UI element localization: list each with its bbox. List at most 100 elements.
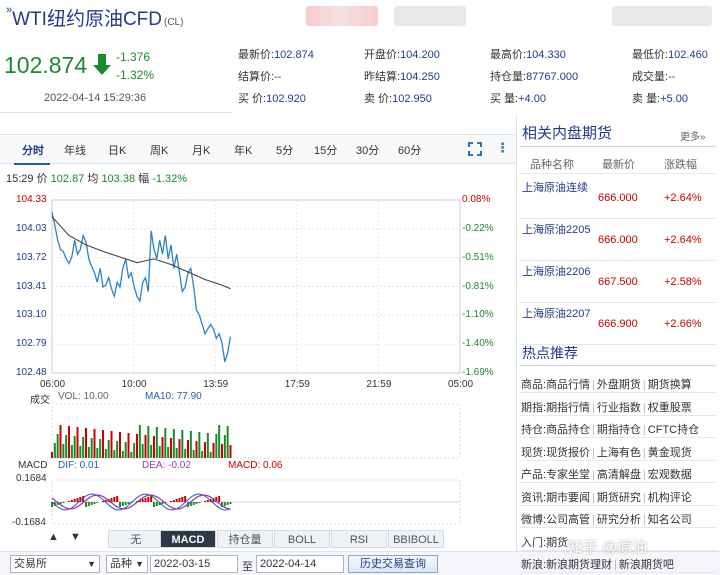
hot-link[interactable]: 专家坐堂 [546, 469, 590, 481]
hot-link[interactable]: 商品持仓 [546, 424, 590, 436]
tab-60分[interactable]: 60分 [398, 142, 421, 158]
hot-row: 持仓:商品持仓 | 期指持仓 | CFTC持仓 [521, 421, 699, 437]
macd-legend: MACD: 0.06 [228, 460, 283, 471]
macd-title: MACD [18, 460, 48, 471]
tab-30分[interactable]: 30分 [356, 142, 379, 158]
hot-link[interactable]: 期货换算 [648, 379, 692, 391]
ma10-legend: MA10: 77.90 [145, 391, 202, 402]
tab-15分[interactable]: 15分 [314, 142, 337, 158]
indicator-rsi[interactable]: RSI [331, 530, 387, 548]
hot-link[interactable]: 期货 [546, 537, 568, 549]
hot-link[interactable]: 宏观数据 [648, 469, 692, 481]
hot-link[interactable]: 期指行情 [546, 402, 590, 414]
y-pct-label: -0.22% [462, 222, 494, 234]
quote-value: -- [274, 71, 282, 83]
history-query-button[interactable]: 历史交易查询 [348, 555, 438, 573]
related-name[interactable]: 上海原油2207 [522, 306, 592, 322]
hot-link[interactable]: 外盘期货 [597, 379, 641, 391]
intraday-chart[interactable] [0, 186, 515, 531]
separator: | [642, 401, 646, 414]
quote-item: 持仓量:87767.000 [490, 68, 578, 84]
chart-info-line: 15:29 价 102.87 均 103.38 幅 -1.32% [6, 173, 188, 185]
hot-link[interactable]: 研究分析 [597, 514, 641, 526]
hot-link[interactable]: 公司高管 [546, 514, 590, 526]
divider [520, 572, 716, 573]
related-name[interactable]: 上海原油2205 [522, 222, 592, 238]
exchange-select[interactable]: 交易所 ▼ [10, 555, 100, 573]
tab-年K[interactable]: 年K [234, 142, 252, 158]
related-change: +2.66% [664, 318, 702, 330]
hot-link[interactable]: 高清解盘 [597, 469, 641, 481]
quote-datetime: 2022-04-14 15:29:36 [44, 92, 147, 104]
tab-年线[interactable]: 年线 [64, 142, 86, 158]
related-name[interactable]: 上海原油连续 [522, 180, 592, 196]
divider [520, 218, 716, 219]
quote-item: 结算价:-- [238, 68, 281, 84]
arrow-up-button[interactable]: ▲ [48, 531, 59, 543]
tab-5分[interactable]: 5分 [276, 142, 293, 158]
quote-label: 最新价: [238, 49, 275, 61]
hot-link[interactable]: 权重股票 [648, 402, 692, 414]
hot-link[interactable]: 期指持仓 [597, 424, 641, 436]
separator: | [642, 514, 646, 526]
more-link[interactable]: 更多» [680, 128, 706, 143]
divider [520, 302, 716, 303]
tab-周K[interactable]: 周K [150, 142, 168, 158]
x-tick-label: 21:59 [366, 379, 392, 390]
tab-日K[interactable]: 日K [108, 142, 126, 158]
indicator-macd[interactable]: MACD [160, 530, 216, 548]
quote-label: 最低价: [632, 49, 669, 61]
fullscreen-icon[interactable] [468, 142, 482, 156]
symbol-code: (CL) [164, 17, 184, 28]
hot-row: 资讯:期市要闻 | 期货研究 | 机构评论 [521, 489, 692, 505]
indicator-none[interactable]: 无 [108, 530, 164, 548]
tab-分时[interactable]: 分时 [22, 142, 44, 158]
quote-value: +5.00 [660, 93, 688, 105]
quote-label: 成交量: [632, 71, 669, 83]
chevron-down-icon: ▼ [135, 559, 144, 569]
divider [520, 365, 716, 366]
hot-link[interactable]: 机构评论 [648, 492, 692, 504]
date-from-input[interactable]: 2022-03-15 [150, 555, 238, 573]
blurred-region [306, 6, 378, 26]
more-vertical-icon[interactable]: ⋮ [496, 140, 509, 156]
x-tick-label: 06:00 [40, 379, 66, 390]
divider [520, 173, 716, 174]
divider [520, 414, 716, 416]
related-name[interactable]: 上海原油2206 [522, 264, 592, 280]
hot-key: 新浪: [521, 559, 547, 571]
y-tick-label: 104.33 [16, 194, 47, 205]
hot-link[interactable]: 期市要闻 [546, 492, 590, 504]
date-to-input[interactable]: 2022-04-14 [256, 555, 344, 573]
indicator-oi[interactable]: 持仓量 [217, 530, 273, 548]
hot-link[interactable]: 商品行情 [546, 379, 590, 391]
divider [520, 437, 716, 438]
separator: | [592, 446, 595, 459]
separator: | [592, 401, 595, 414]
hot-link[interactable]: CFTC持仓 [648, 424, 699, 436]
col-change: 涨跌幅 [664, 159, 697, 171]
hot-link[interactable]: 现货报价 [546, 447, 590, 459]
quote-label: 买 量: [490, 93, 519, 105]
indicator-boll[interactable]: BOLL [274, 530, 330, 548]
nav-buttons: ▲ ▼ [48, 531, 81, 543]
hot-link[interactable]: 知名公司 [648, 514, 692, 526]
change-value: -1.376 [116, 50, 151, 64]
x-tick-label: 17:59 [284, 379, 310, 390]
divider [520, 459, 716, 461]
hot-link[interactable]: 期货研究 [597, 492, 641, 504]
hot-link[interactable]: 新浪期货理财 [546, 559, 612, 571]
related-price: 666.000 [598, 234, 638, 246]
variety-select[interactable]: 品种 ▼ [106, 555, 148, 573]
quote-value: 87767.000 [526, 71, 579, 83]
tab-月K[interactable]: 月K [192, 142, 210, 158]
hot-link[interactable]: 上海有色 [597, 447, 641, 459]
indicator-bbiboll[interactable]: BBIBOLL [388, 530, 444, 548]
hot-link[interactable]: 新浪期货吧 [619, 559, 674, 571]
quote-item: 卖 量:+5.00 [632, 90, 688, 106]
y-tick-label: 102.48 [16, 367, 47, 378]
hot-link[interactable]: 黄金现货 [648, 447, 692, 459]
hot-link[interactable]: 行业指数 [597, 402, 641, 414]
quote-value: 104.200 [400, 49, 440, 61]
arrow-down-button[interactable]: ▼ [70, 531, 81, 543]
